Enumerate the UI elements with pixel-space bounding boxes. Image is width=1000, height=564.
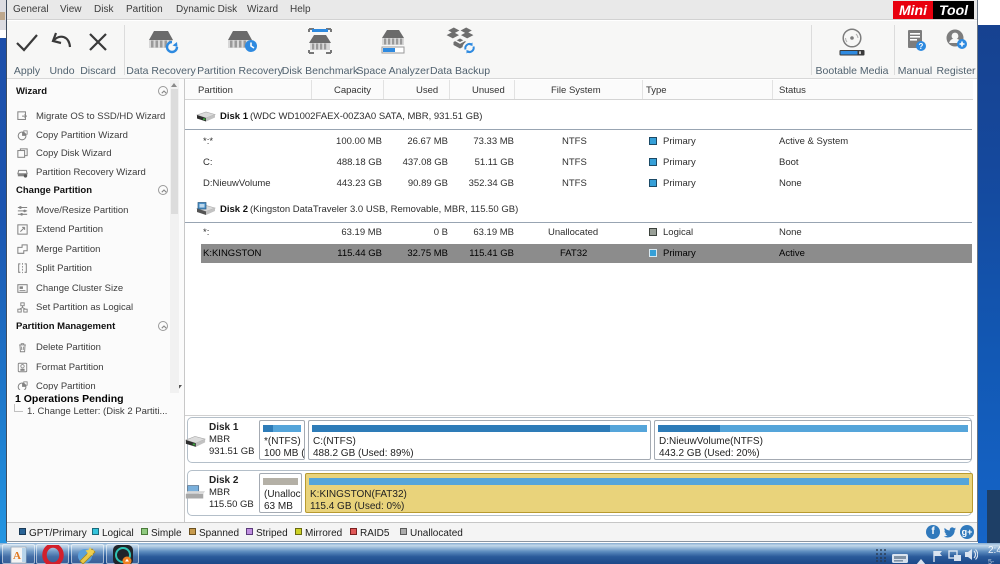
svg-text:?: ? — [919, 42, 924, 51]
svg-text:A: A — [13, 550, 21, 562]
